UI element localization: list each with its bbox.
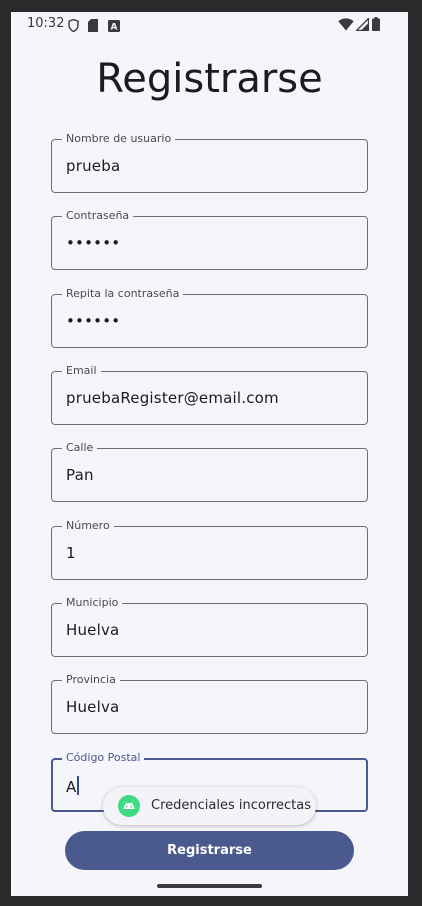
- status-time: 10:32: [27, 16, 65, 31]
- shield-icon: [68, 17, 79, 36]
- cellular-signal-icon: [354, 16, 370, 35]
- gesture-navigation-handle[interactable]: [157, 884, 262, 888]
- password-field[interactable]: Contraseña ••••••: [51, 209, 368, 270]
- wifi-icon: [338, 16, 354, 35]
- register-button[interactable]: Registrarse: [65, 831, 354, 870]
- page-title: Registrarse: [96, 56, 323, 102]
- postal-code-value: A: [66, 778, 77, 796]
- municipality-label: Municipio: [62, 596, 123, 610]
- email-label: Email: [62, 364, 101, 378]
- province-field[interactable]: Provincia Huelva: [51, 673, 368, 734]
- repeat-password-value: ••••••: [66, 312, 121, 330]
- android-icon: [118, 795, 140, 817]
- municipality-value: Huelva: [66, 621, 120, 639]
- municipality-field[interactable]: Municipio Huelva: [51, 596, 368, 657]
- register-screen: 10:32 A Registrarse Nombre de usuario pr…: [11, 12, 408, 896]
- text-cursor: [77, 776, 80, 795]
- toast-message: Credenciales incorrectas: [151, 798, 311, 813]
- battery-icon: [372, 16, 380, 35]
- repeat-password-label: Repita la contraseña: [62, 287, 184, 301]
- username-label: Nombre de usuario: [62, 132, 176, 146]
- toast: Credenciales incorrectas: [103, 787, 316, 825]
- street-label: Calle: [62, 441, 98, 455]
- email-value: pruebaRegister@email.com: [66, 389, 279, 407]
- status-bar: 10:32 A: [11, 12, 408, 36]
- password-label: Contraseña: [62, 209, 134, 223]
- province-label: Provincia: [62, 673, 120, 687]
- postal-code-input-row: A: [66, 776, 80, 796]
- street-value: Pan: [66, 466, 94, 484]
- repeat-password-field[interactable]: Repita la contraseña ••••••: [51, 287, 368, 348]
- postal-code-label: Código Postal: [62, 751, 145, 765]
- number-value: 1: [66, 544, 76, 562]
- username-value: prueba: [66, 157, 121, 175]
- svg-text:A: A: [111, 23, 118, 33]
- sd-card-icon: [88, 17, 98, 36]
- number-field[interactable]: Número 1: [51, 519, 368, 580]
- username-field[interactable]: Nombre de usuario prueba: [51, 132, 368, 193]
- province-value: Huelva: [66, 698, 120, 716]
- street-field[interactable]: Calle Pan: [51, 441, 368, 502]
- keyboard-a-icon: A: [108, 17, 120, 36]
- password-value: ••••••: [66, 234, 121, 252]
- number-label: Número: [62, 519, 114, 533]
- email-field[interactable]: Email pruebaRegister@email.com: [51, 364, 368, 425]
